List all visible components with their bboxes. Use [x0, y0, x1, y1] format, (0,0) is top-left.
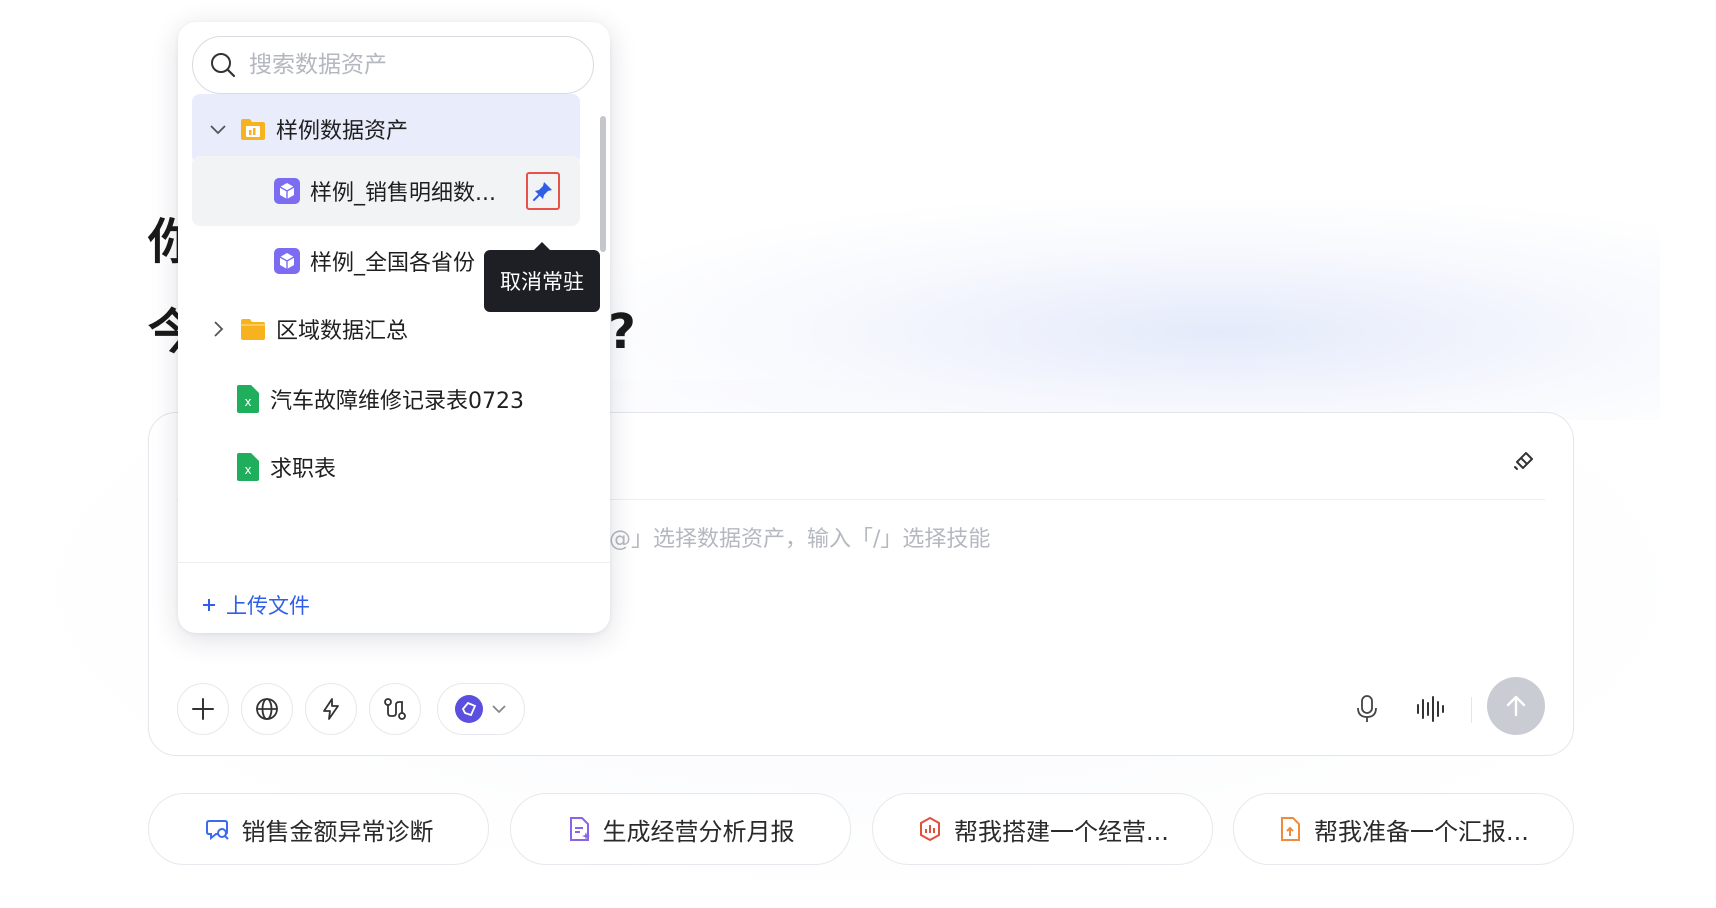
greeting-question-mark: ?: [608, 304, 636, 360]
excel-file-icon: x: [234, 385, 260, 413]
pin-icon: [533, 182, 552, 201]
chevron-right-icon[interactable]: [208, 319, 228, 339]
chip-label: 帮我准备一个汇报...: [1314, 817, 1529, 846]
microphone-button[interactable]: [1347, 689, 1387, 729]
tree-label: 汽车故障维修记录表0723: [270, 389, 524, 414]
model-selector[interactable]: [437, 683, 525, 735]
chat-search-icon: [205, 820, 229, 841]
composer-placeholder[interactable]: @」选择数据资产，输入「/」选择技能: [609, 521, 990, 553]
dropdown-divider: [178, 562, 610, 563]
suggestion-chip-monthly-report[interactable]: 生成经营分析月报: [510, 793, 851, 865]
search-icon: [211, 53, 236, 78]
background-glow: [560, 200, 1660, 420]
chevron-down-icon: [492, 705, 506, 714]
send-button[interactable]: [1487, 677, 1545, 735]
voice-wave-button[interactable]: [1411, 689, 1451, 729]
asset-search-input[interactable]: [249, 52, 569, 78]
doc-upload-icon: [1281, 817, 1301, 841]
lightning-icon: [323, 698, 339, 720]
tree-label: 样例_销售明细数...: [310, 181, 496, 206]
suggestion-chip-sales-anomaly[interactable]: 销售金额异常诊断: [148, 793, 489, 865]
chip-label: 销售金额异常诊断: [241, 817, 434, 846]
globe-icon: [256, 698, 278, 720]
chip-label: 帮我搭建一个经营...: [954, 817, 1169, 846]
tree-item-sales-detail[interactable]: 样例_销售明细数...: [192, 156, 580, 226]
tree-folder-sample-assets[interactable]: 样例数据资产: [192, 94, 580, 164]
unpin-tooltip: 取消常驻: [484, 242, 600, 312]
svg-text:x: x: [244, 395, 251, 409]
tree-label: 样例数据资产: [276, 119, 409, 144]
dataset-cube-icon: [274, 248, 300, 274]
workflow-icon: [384, 698, 406, 720]
suggestion-chip-report-prep[interactable]: 帮我准备一个汇报...: [1233, 793, 1574, 865]
toolbar-separator: [1471, 697, 1472, 723]
arrow-up-icon: [1506, 695, 1526, 717]
eraser-icon: [1514, 452, 1533, 470]
tree-label: 求职表: [270, 457, 337, 482]
pin-button[interactable]: [526, 172, 560, 210]
tree-label: 样例_全国各省份: [310, 251, 476, 276]
chip-label: 生成经营分析月报: [602, 817, 795, 846]
plus-icon: [192, 698, 214, 720]
web-search-button[interactable]: [241, 683, 293, 735]
model-logo-icon: [455, 695, 483, 723]
tree-file-job[interactable]: x 求职表: [192, 432, 580, 502]
sound-wave-icon: [1417, 696, 1444, 722]
tree-item-province[interactable]: 样例_全国各省份: [192, 226, 492, 296]
data-asset-dropdown: 样例数据资产 样例_销售明细数... 样例_全国各省份 区域数据汇总: [178, 22, 610, 633]
tooltip-text: 取消常驻: [500, 270, 584, 294]
quick-mode-button[interactable]: [305, 683, 357, 735]
excel-file-icon: x: [234, 453, 260, 481]
dashboard-icon: [920, 816, 941, 842]
clear-eraser-button[interactable]: [1511, 445, 1539, 473]
scroll-thumb[interactable]: [600, 116, 606, 252]
workflow-button[interactable]: [369, 683, 421, 735]
upload-label: 上传文件: [226, 594, 310, 618]
asset-search-box[interactable]: [192, 36, 594, 94]
microphone-icon: [1357, 695, 1377, 722]
folder-icon: [240, 316, 266, 342]
svg-text:x: x: [244, 463, 251, 477]
sample-folder-icon: [240, 116, 266, 142]
chevron-down-icon[interactable]: [208, 119, 228, 139]
dataset-cube-icon: [274, 178, 300, 204]
tree-file-car-repair[interactable]: x 汽车故障维修记录表0723: [192, 364, 580, 434]
dropdown-scrollbar[interactable]: [600, 96, 608, 256]
tree-label: 区域数据汇总: [276, 319, 409, 344]
suggestion-chip-business-dashboard[interactable]: 帮我搭建一个经营...: [872, 793, 1213, 865]
plus-icon: [203, 599, 215, 611]
upload-file-button[interactable]: 上传文件: [202, 590, 310, 620]
doc-sparkle-icon: [569, 817, 590, 841]
add-button[interactable]: [177, 683, 229, 735]
